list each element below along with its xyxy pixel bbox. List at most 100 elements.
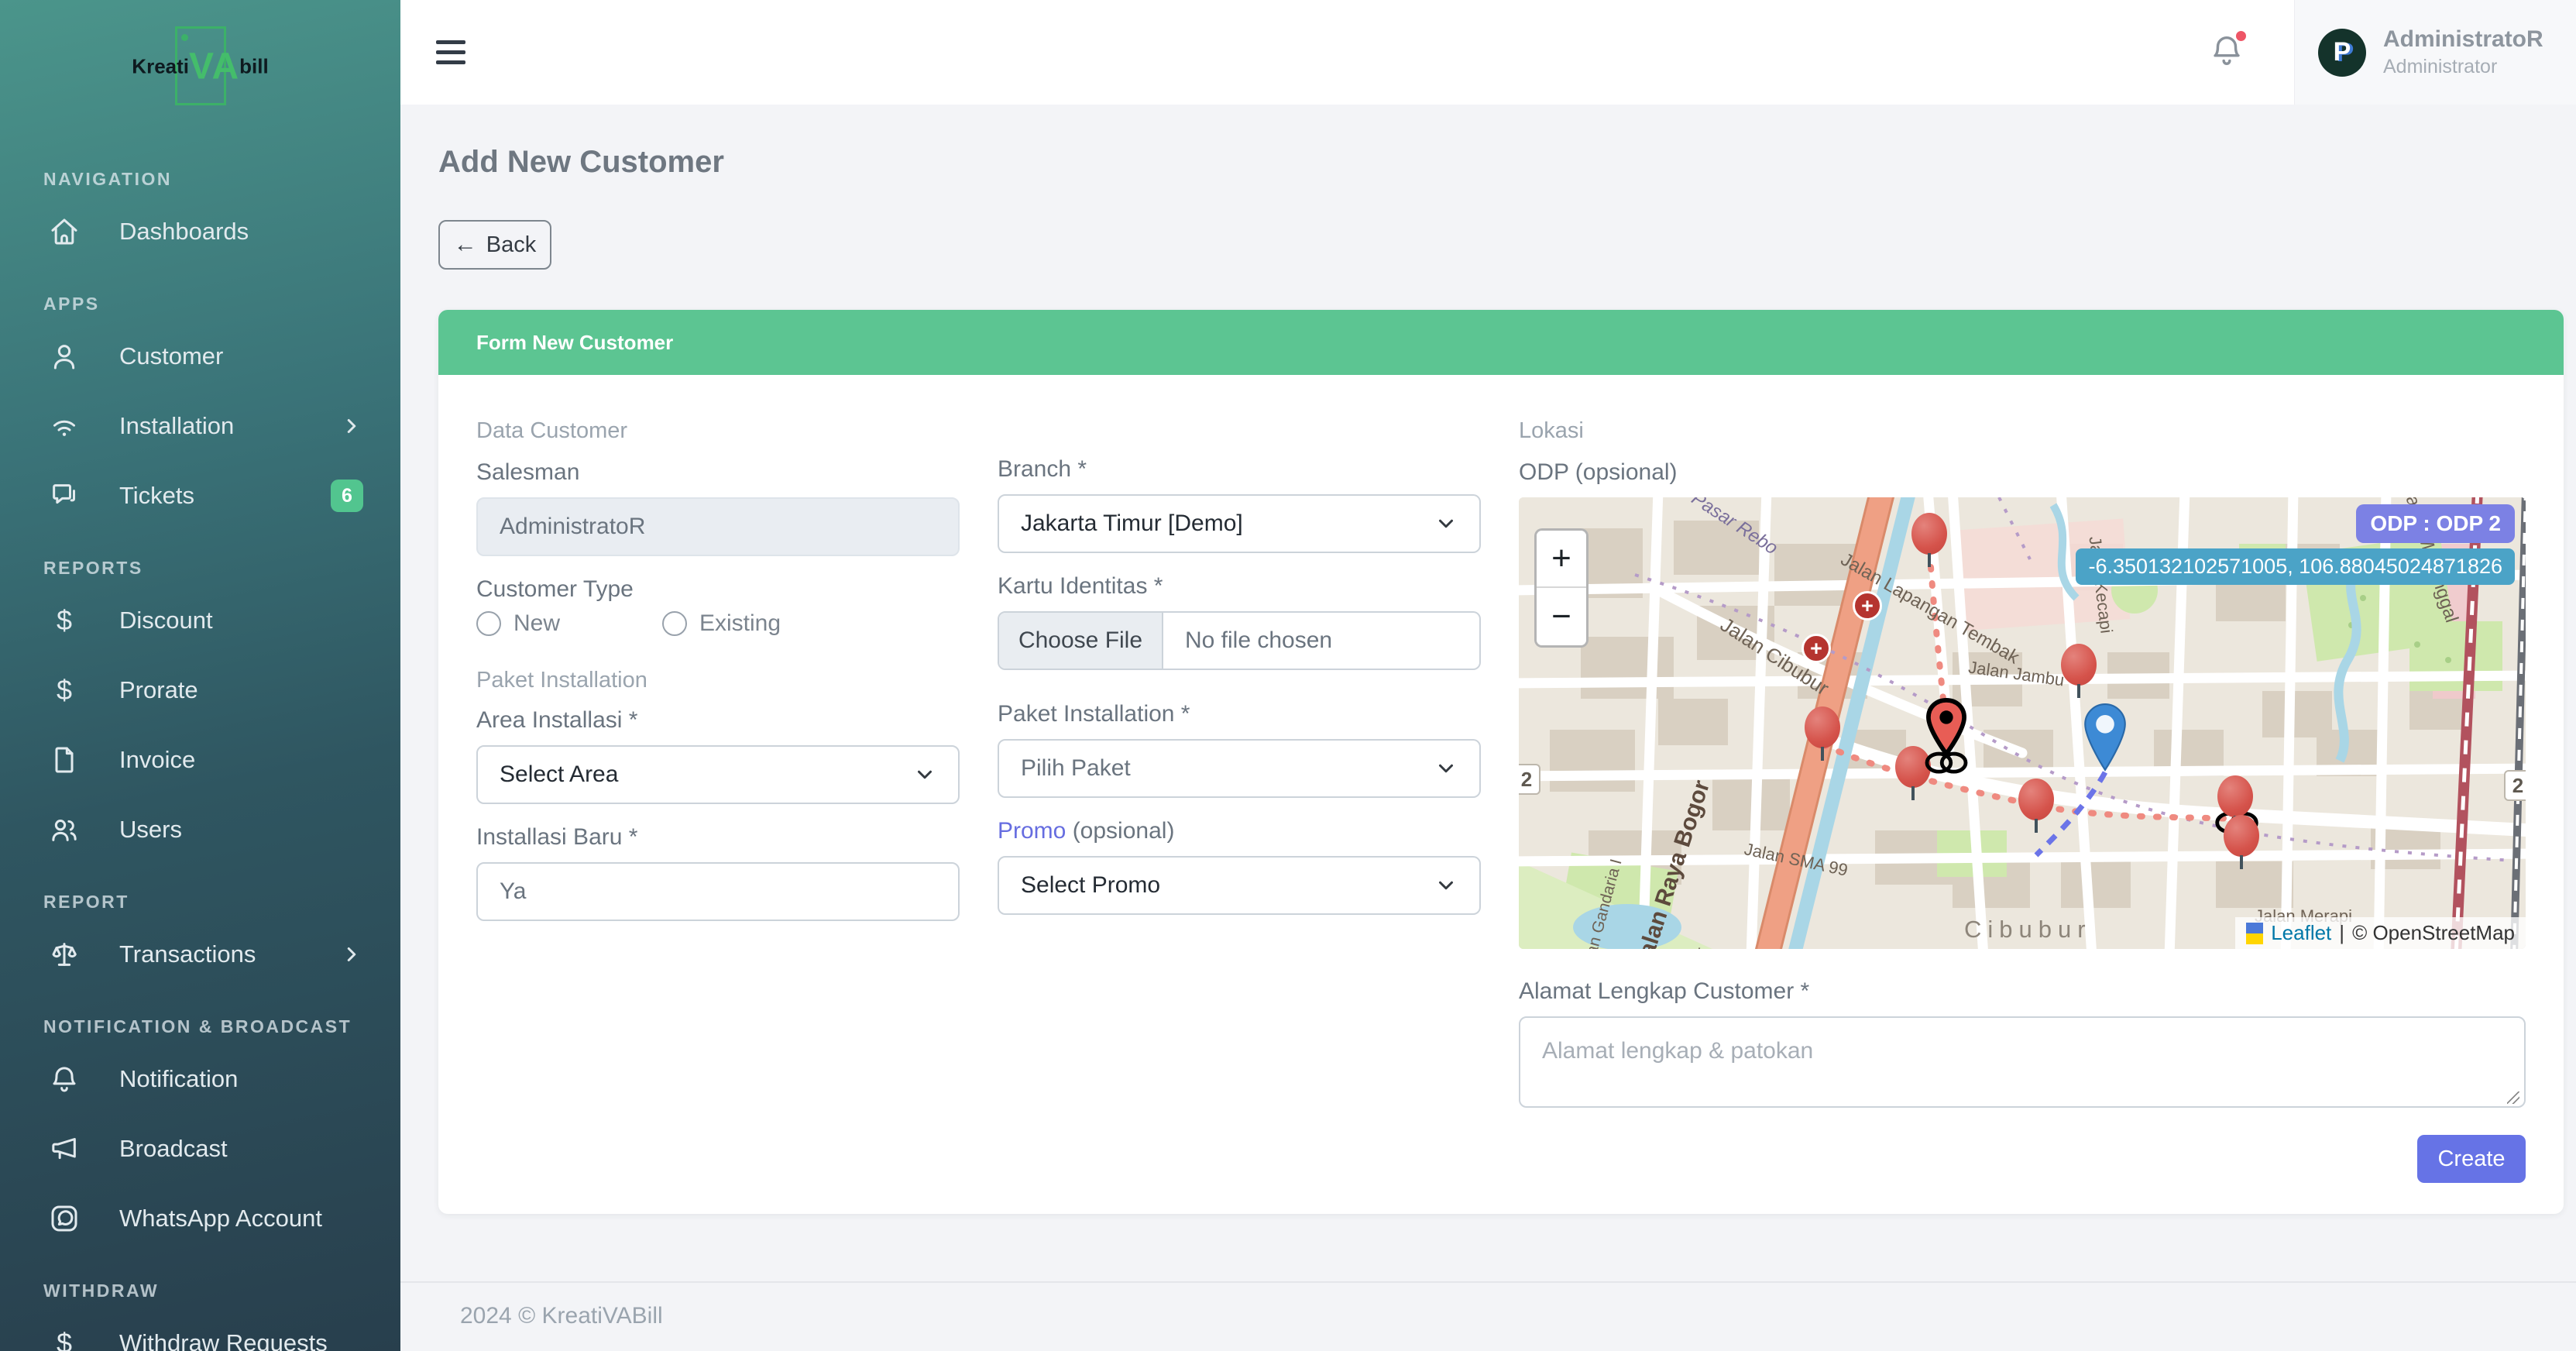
scale-icon — [48, 938, 81, 971]
section-paket-installation: Paket Installation — [476, 668, 960, 693]
dollar-icon: $ — [48, 604, 81, 637]
installasi-baru-input[interactable]: Ya — [476, 862, 960, 921]
map-marker-red[interactable] — [2018, 779, 2054, 820]
chevron-down-icon — [913, 763, 936, 786]
section-label-report: REPORT — [43, 892, 357, 913]
bell-icon — [48, 1063, 81, 1095]
section-data-customer: Data Customer — [476, 418, 960, 444]
customer-type-label: Customer Type — [476, 576, 960, 603]
tickets-count-badge: 6 — [331, 480, 363, 512]
sidebar-item-invoice[interactable]: Invoice — [0, 735, 400, 785]
road-number-badge: 2 — [2504, 770, 2526, 801]
chevron-down-icon — [1434, 874, 1458, 897]
sidebar-item-tickets[interactable]: Tickets 6 — [0, 471, 400, 521]
radio-existing-circle[interactable] — [662, 611, 687, 636]
sidebar-item-broadcast[interactable]: Broadcast — [0, 1124, 400, 1174]
copyright-text: 2024 © KreatiVABill — [460, 1303, 663, 1329]
wifi-icon — [48, 410, 81, 442]
chevron-down-icon — [1434, 512, 1458, 535]
section-lokasi: Lokasi — [1519, 418, 2526, 444]
area-installasi-label: Area Installasi * — [476, 707, 960, 734]
alamat-textarea[interactable] — [1519, 1016, 2526, 1108]
chat-icon — [48, 480, 81, 512]
map-zoom-control: + − — [1534, 528, 1589, 648]
odp-tooltip-badge: ODP : ODP 2 — [2356, 504, 2515, 543]
odp-pin-marker[interactable] — [1919, 697, 1973, 775]
hospital-icon: + — [1853, 591, 1882, 620]
zoom-out-button[interactable]: − — [1537, 588, 1586, 645]
section-label-apps: APPS — [43, 294, 357, 315]
form-card: Form New Customer Data Customer Salesman… — [438, 310, 2564, 1214]
radio-new[interactable]: New — [476, 610, 662, 637]
megaphone-icon — [48, 1133, 81, 1165]
sidebar-item-dashboards[interactable]: Dashboards — [0, 207, 400, 256]
sidebar-item-customer[interactable]: Customer — [0, 332, 400, 381]
map-marker-red[interactable] — [2217, 775, 2253, 817]
users-icon — [48, 813, 81, 846]
sidebar-item-withdraw-requests[interactable]: $ Withdraw Requests — [0, 1318, 400, 1351]
section-label-notification-broadcast: NOTIFICATION & BROADCAST — [43, 1016, 357, 1037]
paket-installation-select[interactable]: Pilih Paket — [998, 739, 1481, 798]
kartu-identitas-label: Kartu Identitas * — [998, 573, 1481, 600]
promo-label: Promo (opsional) — [998, 818, 1481, 844]
coordinates-tooltip-badge: -6.350132102571005, 106.88045024871826 — [2076, 548, 2515, 585]
sidebar-item-discount[interactable]: $ Discount — [0, 596, 400, 645]
installasi-baru-label: Installasi Baru * — [476, 824, 960, 851]
customer-type-radios: New Existing — [476, 610, 960, 637]
alamat-label: Alamat Lengkap Customer * — [1519, 978, 2526, 1005]
kartu-identitas-file-input[interactable]: Choose File No file chosen — [998, 611, 1481, 670]
promo-select[interactable]: Select Promo — [998, 856, 1481, 915]
salesman-input: AdministratoR — [476, 497, 960, 556]
back-arrow-icon: ← — [454, 233, 477, 256]
leaflet-map[interactable]: Jalan Raya Bogor Jalan Cibubur Jalan Lap… — [1519, 497, 2526, 949]
main-content: Add New Customer ← Back Form New Custome… — [400, 105, 2576, 1351]
user-menu[interactable]: P AdministratoR Administrator — [2294, 0, 2576, 105]
paket-installation-label: Paket Installation * — [998, 701, 1481, 727]
sidebar-item-installation[interactable]: Installation — [0, 401, 400, 451]
road-number-badge: 2 — [1519, 764, 1540, 795]
openstreetmap-link[interactable]: © OpenStreetMap — [2352, 921, 2515, 945]
app-logo[interactable]: Kreati VA bill — [0, 0, 400, 132]
create-button[interactable]: Create — [2417, 1135, 2526, 1183]
radio-existing[interactable]: Existing — [662, 610, 848, 637]
area-installasi-select[interactable]: Select Area — [476, 745, 960, 804]
section-label-withdraw: WITHDRAW — [43, 1281, 357, 1301]
sidebar-item-notification[interactable]: Notification — [0, 1054, 400, 1104]
choose-file-button[interactable]: Choose File — [999, 613, 1163, 669]
section-label-navigation: NAVIGATION — [43, 169, 357, 190]
back-button[interactable]: ← Back — [438, 220, 551, 270]
leaflet-flag-icon — [2246, 923, 2263, 944]
chevron-right-icon — [340, 414, 363, 438]
home-icon — [48, 215, 81, 248]
avatar: P — [2318, 29, 2366, 77]
notification-bell-button[interactable] — [2209, 33, 2245, 72]
promo-link[interactable]: Promo — [998, 818, 1066, 844]
card-header: Form New Customer — [438, 310, 2564, 375]
dollar-icon: $ — [48, 1327, 81, 1351]
map-marker-red[interactable] — [1911, 513, 1947, 555]
sidebar: Kreati VA bill NAVIGATION Dashboards APP… — [0, 0, 400, 1351]
chevron-down-icon — [1434, 757, 1458, 780]
branch-select[interactable]: Jakarta Timur [Demo] — [998, 494, 1481, 553]
menu-toggle-button[interactable] — [436, 40, 465, 64]
map-marker-red[interactable] — [2224, 815, 2259, 857]
odp-label: ODP (opsional) — [1519, 459, 2526, 486]
sidebar-item-prorate[interactable]: $ Prorate — [0, 665, 400, 715]
file-icon — [48, 744, 81, 776]
chevron-right-icon — [340, 943, 363, 966]
map-marker-red[interactable] — [1805, 706, 1840, 748]
selected-location-pin[interactable] — [2084, 703, 2126, 772]
sidebar-item-transactions[interactable]: Transactions — [0, 930, 400, 979]
leaflet-link[interactable]: Leaflet — [2271, 921, 2331, 945]
footer: 2024 © KreatiVABill — [400, 1281, 2576, 1351]
salesman-label: Salesman — [476, 459, 960, 486]
zoom-in-button[interactable]: + — [1537, 531, 1586, 588]
radio-new-circle[interactable] — [476, 611, 501, 636]
map-marker-red[interactable] — [2061, 644, 2097, 686]
sidebar-item-users[interactable]: Users — [0, 805, 400, 854]
file-status: No file chosen — [1163, 627, 1332, 654]
dollar-icon: $ — [48, 674, 81, 706]
sidebar-item-whatsapp-account[interactable]: WhatsApp Account — [0, 1194, 400, 1243]
notification-dot — [2234, 29, 2248, 43]
branch-label: Branch * — [998, 456, 1481, 483]
